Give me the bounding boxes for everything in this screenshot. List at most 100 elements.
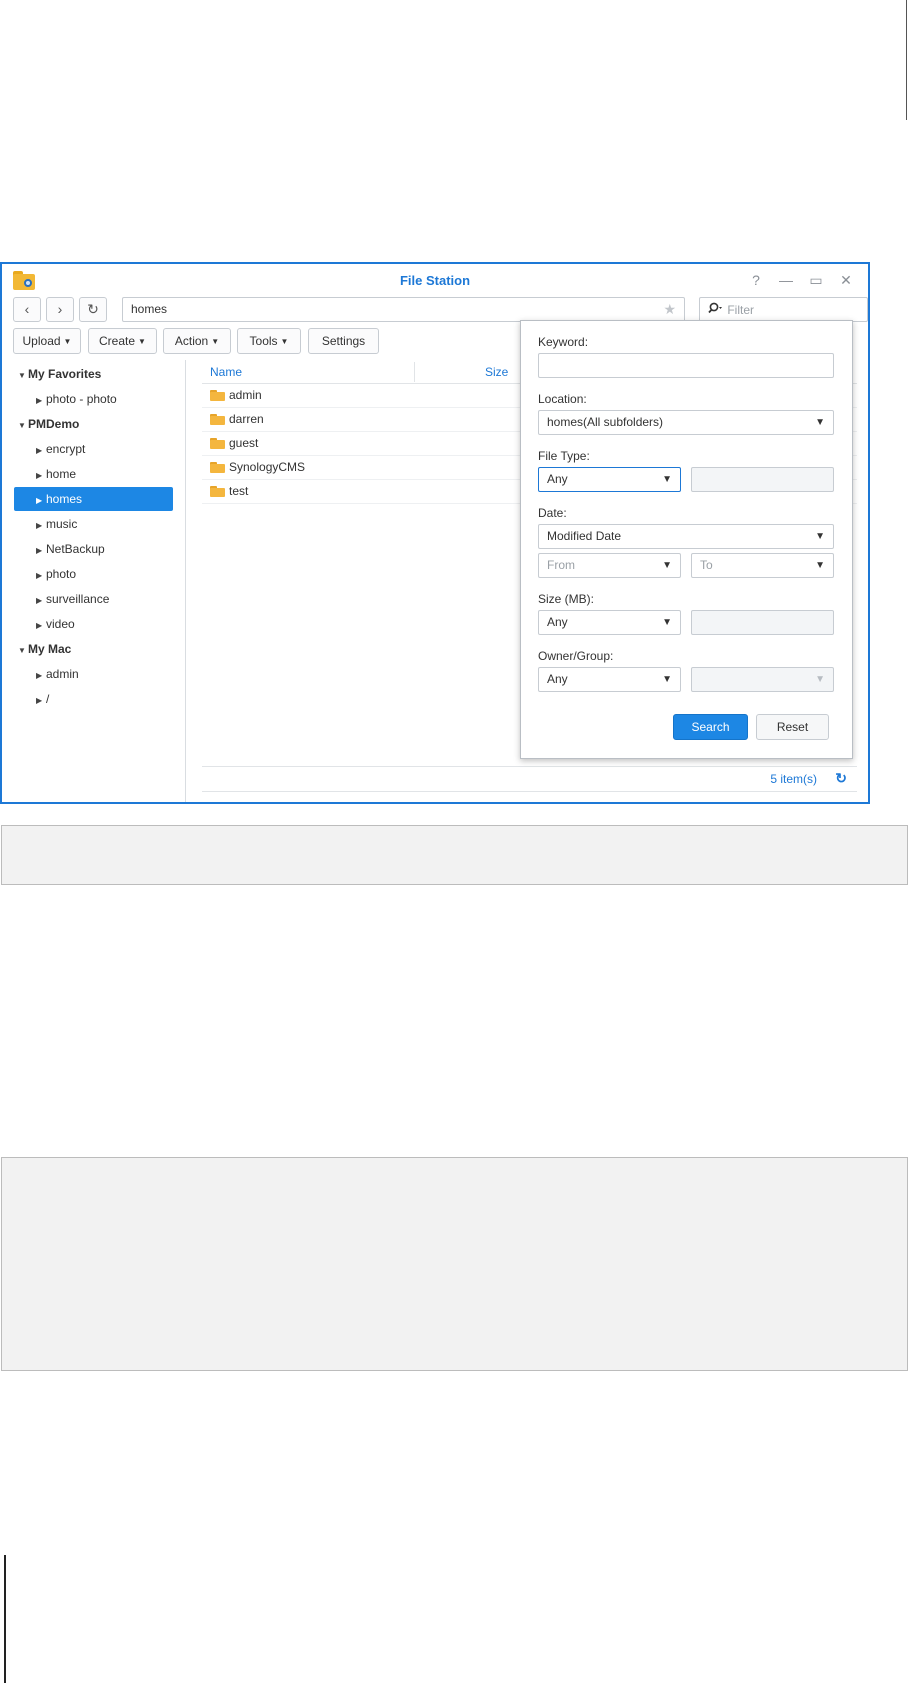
tree-label: home xyxy=(46,467,77,481)
filter-placeholder: Filter xyxy=(727,303,755,317)
help-icon[interactable]: ? xyxy=(748,272,764,288)
tree-item-home[interactable]: ▶ home xyxy=(14,462,173,486)
location-value: homes(All subfolders) xyxy=(547,415,664,429)
caret-right-icon: ▶ xyxy=(36,546,43,555)
location-select[interactable]: homes(All subfolders) ▼ xyxy=(538,410,834,435)
tree-item-surveillance[interactable]: ▶ surveillance xyxy=(14,587,173,611)
tree-label: photo xyxy=(46,567,77,581)
tree-item-video[interactable]: ▶ video xyxy=(14,612,173,636)
owner-name-select[interactable]: ▼ xyxy=(691,667,834,692)
filter-input[interactable]: Filter xyxy=(699,297,868,322)
owner-group-select[interactable]: Any ▼ xyxy=(538,667,681,692)
page-edge-rule xyxy=(906,0,907,120)
size-label: Size (MB): xyxy=(538,592,595,606)
keyword-input[interactable] xyxy=(538,353,834,378)
refresh-icon[interactable]: ↻ xyxy=(835,770,847,787)
date-label: Date: xyxy=(538,506,567,520)
file-name: SynologyCMS xyxy=(229,460,306,474)
chevron-down-icon: ▼ xyxy=(211,337,220,346)
tree-group-pmdemo[interactable]: ▼ PMDemo xyxy=(14,412,173,436)
caret-down-icon: ▼ xyxy=(18,421,26,430)
dropdown-arrow-icon: ▼ xyxy=(662,674,672,685)
status-bar: 5 item(s) ↻ xyxy=(202,766,857,792)
caret-down-icon: ▼ xyxy=(18,646,26,655)
advanced-search-panel: Keyword: Location: homes(All subfolders)… xyxy=(520,320,853,759)
folder-icon xyxy=(210,414,225,425)
window-title: File Station xyxy=(399,273,471,288)
date-type-select[interactable]: Modified Date ▼ xyxy=(538,524,834,549)
chevron-down-icon: ▼ xyxy=(280,337,289,346)
create-button[interactable]: Create ▼ xyxy=(88,328,157,354)
dropdown-arrow-icon: ▼ xyxy=(815,531,825,542)
back-icon: ‹ xyxy=(24,301,30,317)
file-type-extension-input[interactable] xyxy=(691,467,834,492)
settings-button[interactable]: Settings xyxy=(308,328,379,354)
date-from-placeholder: From xyxy=(547,558,575,572)
tree-item-homes[interactable]: ▶ homes xyxy=(14,487,173,511)
search-icon[interactable] xyxy=(708,298,722,321)
refresh-button[interactable]: ↻ xyxy=(79,297,107,322)
file-type-select[interactable]: Any ▼ xyxy=(538,467,681,492)
caret-right-icon: ▶ xyxy=(36,396,43,405)
dropdown-arrow-icon: ▼ xyxy=(815,417,825,428)
caret-right-icon: ▶ xyxy=(36,596,43,605)
location-label: Location: xyxy=(538,392,587,406)
size-amount-input[interactable] xyxy=(691,610,834,635)
maximize-icon[interactable]: ▭ xyxy=(808,272,824,288)
caret-right-icon: ▶ xyxy=(36,621,43,630)
file-name: admin xyxy=(229,388,262,402)
minimize-icon[interactable]: — xyxy=(778,272,794,288)
tree-label: / xyxy=(46,692,50,706)
tools-button[interactable]: Tools ▼ xyxy=(237,328,301,354)
owner-group-value: Any xyxy=(547,672,568,686)
file-type-label: File Type: xyxy=(538,449,590,463)
file-name: darren xyxy=(229,412,264,426)
upload-button[interactable]: Upload ▼ xyxy=(13,328,81,354)
path-input[interactable]: homes ★ xyxy=(122,297,685,322)
tree-item-photo[interactable]: ▶ photo xyxy=(14,562,173,586)
file-type-value: Any xyxy=(547,472,568,486)
action-label: Action xyxy=(174,334,209,348)
tree-group-my-favorites[interactable]: ▼ My Favorites xyxy=(14,362,173,386)
chevron-down-icon: ▼ xyxy=(63,337,72,346)
tools-label: Tools xyxy=(249,334,278,348)
search-button[interactable]: Search xyxy=(673,714,748,740)
forward-icon: › xyxy=(57,301,63,317)
reset-button[interactable]: Reset xyxy=(756,714,829,740)
tree-label: encrypt xyxy=(46,442,86,456)
forward-button[interactable]: › xyxy=(46,297,74,322)
action-button[interactable]: Action ▼ xyxy=(163,328,231,354)
tree-label: My Mac xyxy=(28,642,72,656)
tree-label: My Favorites xyxy=(28,367,102,381)
tree-item-admin[interactable]: ▶ admin xyxy=(14,662,173,686)
note-box xyxy=(1,825,908,885)
tree-item-photo-photo[interactable]: ▶ photo - photo xyxy=(14,387,173,411)
column-header-name[interactable]: Name xyxy=(210,360,242,384)
tree-group-my-mac[interactable]: ▼ My Mac xyxy=(14,637,173,661)
tree-item-root[interactable]: ▶ / xyxy=(14,687,173,711)
close-icon[interactable]: ✕ xyxy=(838,272,854,288)
title-bar[interactable]: File Station ? — ▭ ✕ xyxy=(2,264,868,297)
date-type-value: Modified Date xyxy=(547,529,622,543)
tree-label: surveillance xyxy=(46,592,110,606)
path-value: homes xyxy=(131,302,168,316)
item-count: 5 item(s) xyxy=(770,772,817,786)
chevron-down-icon: ▼ xyxy=(138,337,146,346)
caret-right-icon: ▶ xyxy=(36,696,43,705)
page-edge-rule xyxy=(4,1555,6,1683)
caret-right-icon: ▶ xyxy=(36,521,43,530)
date-from-select[interactable]: From ▼ xyxy=(538,553,681,578)
column-header-size[interactable]: Size xyxy=(485,360,508,384)
dropdown-arrow-icon: ▼ xyxy=(815,674,825,685)
tree-item-netbackup[interactable]: ▶ NetBackup xyxy=(14,537,173,561)
tree-label: PMDemo xyxy=(28,417,80,431)
tree-item-encrypt[interactable]: ▶ encrypt xyxy=(14,437,173,461)
tree-label: homes xyxy=(46,492,83,506)
tree-item-music[interactable]: ▶ music xyxy=(14,512,173,536)
size-select[interactable]: Any ▼ xyxy=(538,610,681,635)
star-icon[interactable]: ★ xyxy=(663,298,676,321)
date-to-select[interactable]: To ▼ xyxy=(691,553,834,578)
folder-tree: ▼ My Favorites ▶ photo - photo ▼ PMDemo ▶ en… xyxy=(2,360,186,802)
file-name: guest xyxy=(229,436,259,450)
back-button[interactable]: ‹ xyxy=(13,297,41,322)
